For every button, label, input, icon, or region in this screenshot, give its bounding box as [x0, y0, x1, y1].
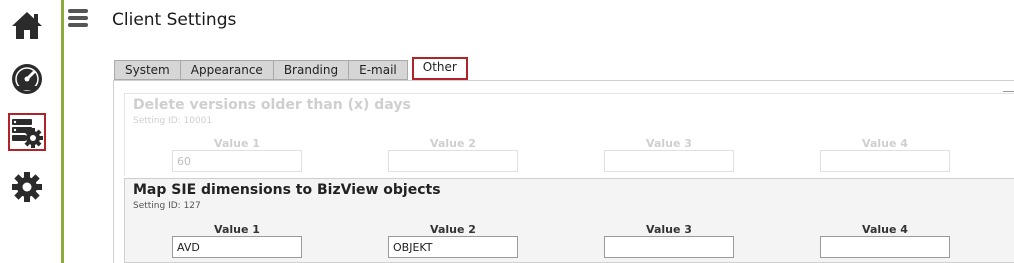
value-3-label: Value 3 — [646, 223, 692, 236]
dashboard-gauge-icon[interactable] — [8, 60, 46, 98]
value-1-input[interactable] — [172, 236, 302, 258]
setting-title: Map SIE dimensions to BizView objects — [133, 182, 441, 198]
setting-id: Setting ID: 10001 — [133, 116, 213, 126]
tab-other[interactable]: Other — [411, 57, 468, 80]
setting-card: Map SIE dimensions to BizView objects Se… — [124, 178, 1014, 263]
settings-server-icon[interactable] — [8, 113, 46, 151]
sidebar-divider — [61, 0, 64, 263]
value-4-input — [820, 150, 950, 172]
menu-toggle-icon[interactable] — [68, 9, 88, 27]
value-3-label: Value 3 — [646, 137, 692, 150]
value-1-input — [172, 150, 302, 172]
value-2-label: Value 2 — [430, 223, 476, 236]
page-title: Client Settings — [112, 10, 237, 30]
sidebar — [0, 0, 62, 263]
value-3-input[interactable] — [604, 236, 734, 258]
value-2-label: Value 2 — [430, 137, 476, 150]
tab-system[interactable]: System — [114, 60, 180, 80]
gear-icon[interactable] — [8, 168, 46, 206]
setting-card: Delete versions older than (x) days Sett… — [124, 93, 1014, 176]
tab-email[interactable]: E-mail — [348, 60, 408, 80]
setting-title: Delete versions older than (x) days — [133, 97, 411, 113]
value-3-input — [604, 150, 734, 172]
setting-id: Setting ID: 127 — [133, 201, 201, 211]
tab-appearance[interactable]: Appearance — [179, 60, 273, 80]
value-4-label: Value 4 — [862, 137, 908, 150]
value-1-label: Value 1 — [214, 137, 260, 150]
tab-branding[interactable]: Branding — [272, 60, 349, 80]
home-icon[interactable] — [8, 6, 46, 44]
value-1-label: Value 1 — [214, 223, 260, 236]
value-4-label: Value 4 — [862, 223, 908, 236]
value-2-input — [388, 150, 518, 172]
value-2-input[interactable] — [388, 236, 518, 258]
settings-tabs: System Appearance Branding E-mail Other — [114, 57, 468, 80]
value-4-input[interactable] — [820, 236, 950, 258]
panel-corner-divider — [1003, 91, 1014, 92]
